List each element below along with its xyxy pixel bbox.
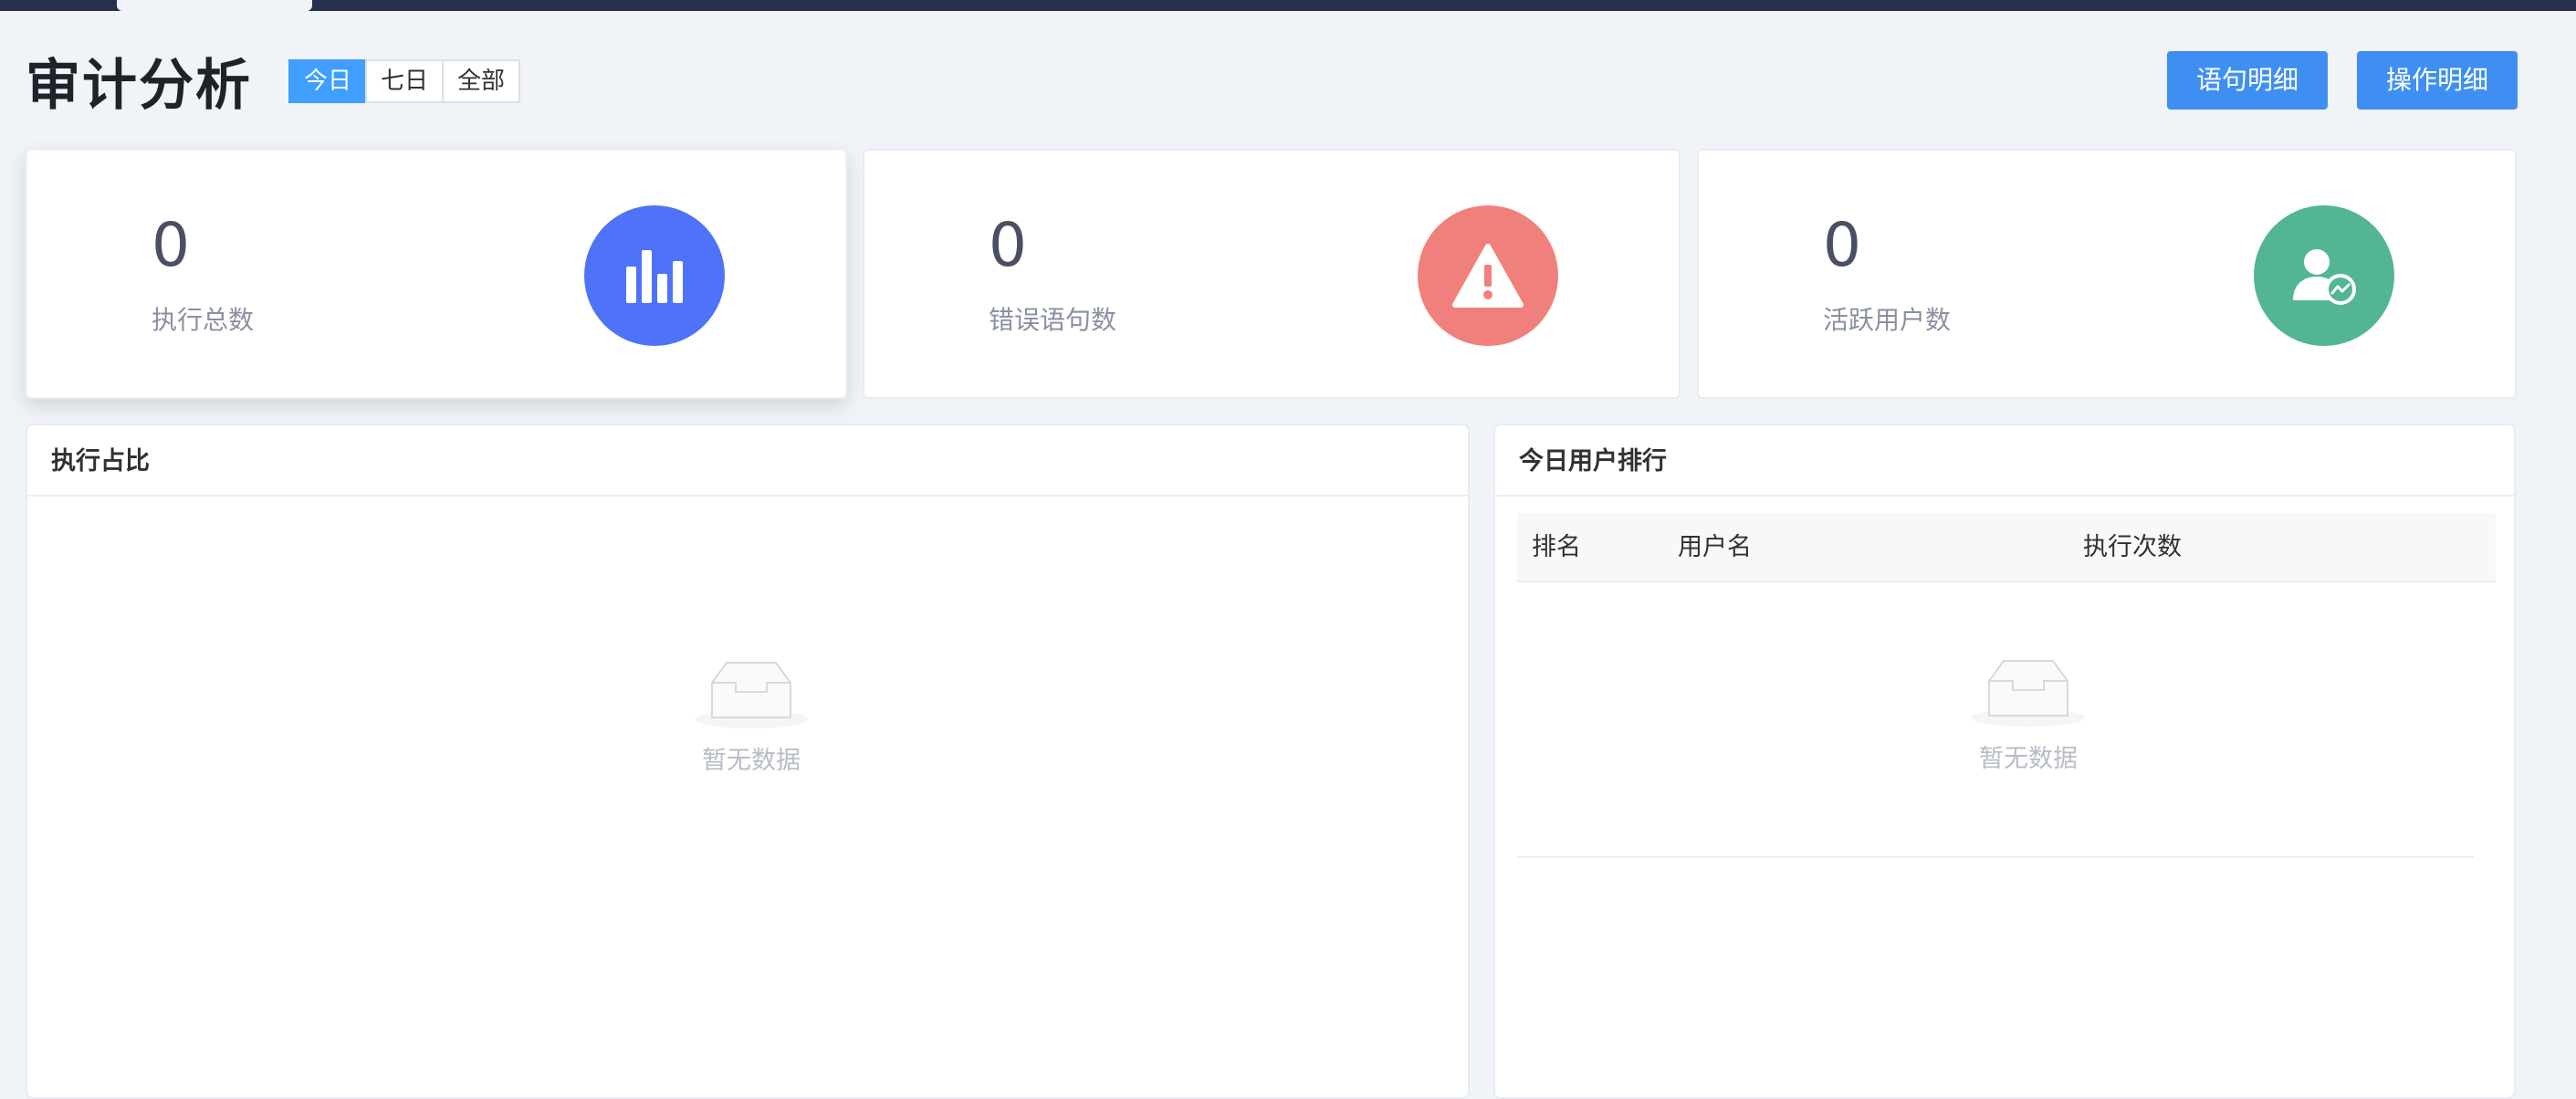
stat-label: 执行总数 [152, 305, 255, 335]
stat-card-active-users: 0 活跃用户数 [1697, 149, 2517, 399]
stat-card-error-statements: 0 错误语句数 [863, 149, 1681, 399]
panel-divider [27, 495, 1468, 497]
time-range-selector: 今日 七日 全部 [288, 59, 520, 103]
stat-label: 错误语句数 [989, 305, 1117, 335]
range-seven-days-button[interactable]: 七日 [365, 59, 444, 103]
top-nav-bar [0, 0, 2576, 11]
stat-value: 0 [989, 210, 1027, 280]
table-header: 排名 用户名 执行次数 [1517, 513, 2496, 582]
empty-state: 暂无数据 [660, 657, 843, 778]
range-today-button[interactable]: 今日 [288, 59, 367, 103]
table-bottom-border [1517, 856, 2474, 858]
range-all-button[interactable]: 全部 [442, 59, 520, 103]
empty-text: 暂无数据 [702, 747, 801, 775]
execution-ratio-panel: 执行占比 暂无数据 [26, 424, 1470, 1099]
empty-box-icon [1972, 660, 2085, 727]
user-activity-icon [2254, 205, 2394, 346]
panel-title: 今日用户排行 [1519, 447, 1667, 476]
panel-title: 执行占比 [51, 447, 150, 476]
column-username[interactable]: 用户名 [1678, 513, 1752, 582]
empty-box-icon [695, 662, 808, 728]
empty-state: 暂无数据 [1937, 655, 2120, 776]
panel-divider [1495, 495, 2514, 497]
stat-card-total-executions: 0 执行总数 [26, 149, 847, 399]
statement-detail-button[interactable]: 语句明细 [2167, 51, 2328, 110]
stat-value: 0 [1823, 210, 1861, 280]
page-title: 审计分析 [26, 54, 252, 118]
empty-text: 暂无数据 [1979, 745, 2078, 773]
column-exec-count[interactable]: 执行次数 [2083, 513, 2182, 582]
operation-detail-button[interactable]: 操作明细 [2357, 51, 2518, 110]
column-rank[interactable]: 排名 [1532, 513, 1581, 582]
stat-value: 0 [152, 210, 190, 280]
stat-label: 活跃用户数 [1823, 305, 1952, 335]
bar-chart-icon [584, 205, 725, 346]
active-tab-notch[interactable] [117, 0, 312, 11]
warning-icon [1418, 205, 1558, 346]
user-ranking-panel: 今日用户排行 排名 用户名 执行次数 暂无数据 [1493, 424, 2516, 1099]
